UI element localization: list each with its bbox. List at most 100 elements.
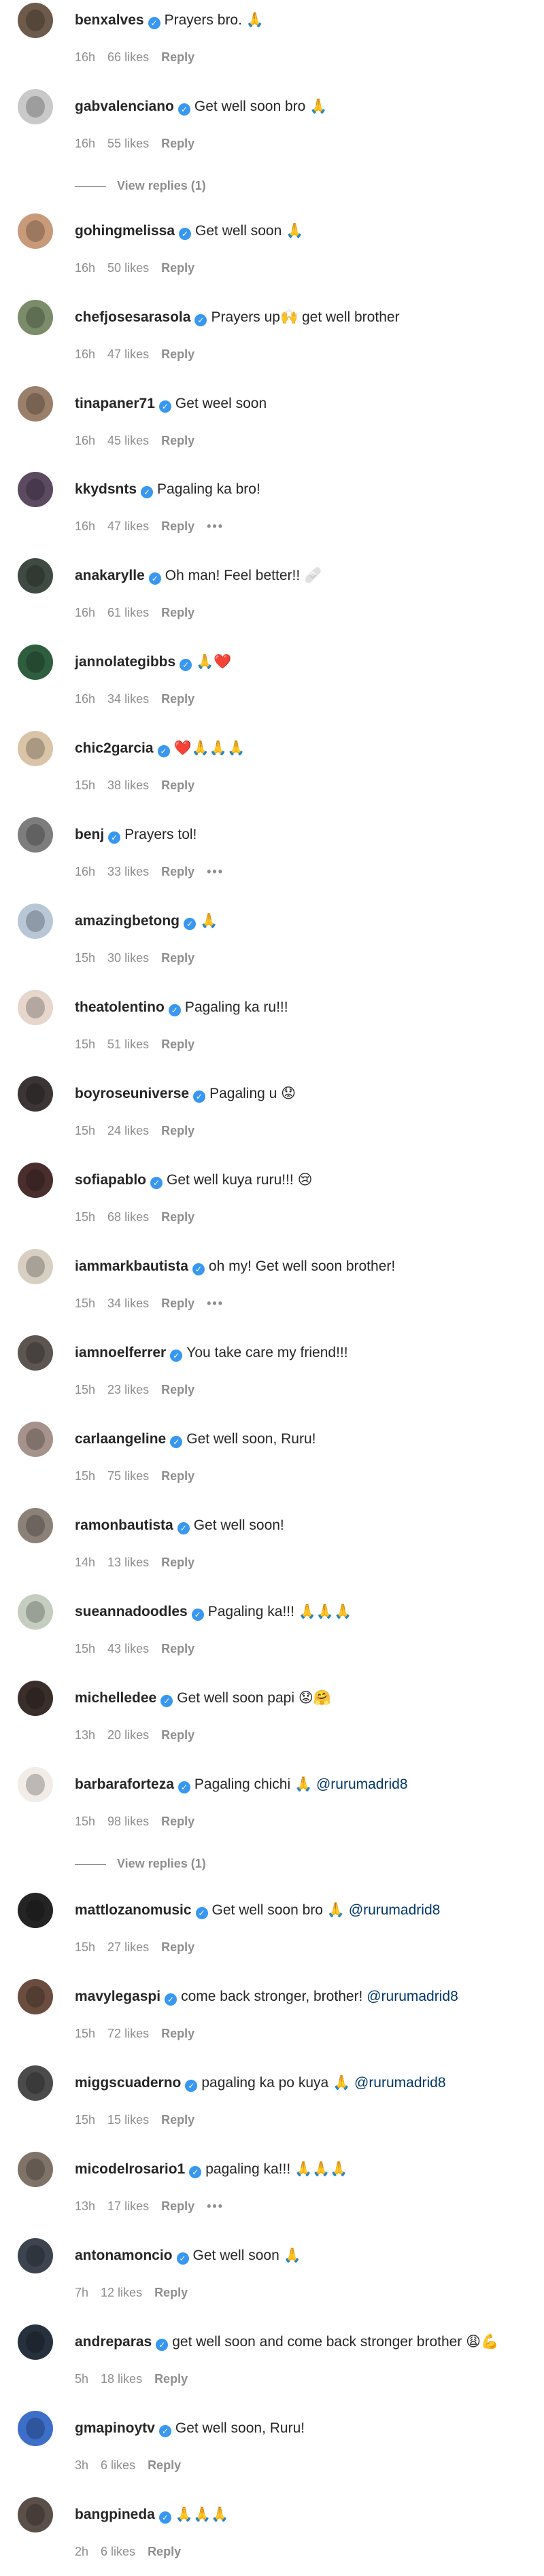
mention-link[interactable]: @rurumadrid8: [349, 1902, 441, 1918]
reply-button[interactable]: Reply: [161, 1469, 194, 1483]
comment-time[interactable]: 5h: [75, 2372, 88, 2386]
reply-button[interactable]: Reply: [161, 778, 194, 792]
likes-count[interactable]: 12 likes: [101, 2286, 142, 2299]
comment-time[interactable]: 15h: [75, 778, 95, 792]
username-link[interactable]: micodelrosario1: [75, 2161, 185, 2177]
avatar[interactable]: [18, 472, 53, 507]
likes-count[interactable]: 24 likes: [107, 1124, 149, 1137]
comment-time[interactable]: 15h: [75, 2027, 95, 2040]
avatar[interactable]: [18, 731, 53, 766]
username-link[interactable]: kkydsnts: [75, 481, 137, 497]
comment-time[interactable]: 14h: [75, 1556, 95, 1569]
likes-count[interactable]: 38 likes: [107, 778, 149, 792]
reply-button[interactable]: Reply: [161, 2027, 194, 2040]
reply-button[interactable]: Reply: [161, 1383, 194, 1396]
comment-time[interactable]: 15h: [75, 1469, 95, 1483]
avatar[interactable]: [18, 1249, 53, 1284]
reply-button[interactable]: Reply: [161, 1815, 194, 1828]
avatar[interactable]: [18, 1681, 53, 1716]
reply-button[interactable]: Reply: [161, 2199, 194, 2213]
username-link[interactable]: benj: [75, 827, 104, 842]
likes-count[interactable]: 51 likes: [107, 1037, 149, 1051]
username-link[interactable]: gohingmelissa: [75, 223, 175, 239]
comment-time[interactable]: 15h: [75, 1037, 95, 1051]
username-link[interactable]: amazingbetong: [75, 913, 180, 929]
likes-count[interactable]: 30 likes: [107, 951, 149, 965]
likes-count[interactable]: 33 likes: [107, 865, 149, 878]
comment-time[interactable]: 16h: [75, 692, 95, 706]
username-link[interactable]: miggscuaderno: [75, 2075, 181, 2091]
likes-count[interactable]: 34 likes: [107, 692, 149, 706]
avatar[interactable]: [18, 2238, 53, 2273]
username-link[interactable]: gmapinoytv: [75, 2420, 155, 2436]
username-link[interactable]: iammarkbautista: [75, 1258, 188, 1274]
likes-count[interactable]: 27 likes: [107, 1940, 149, 1954]
avatar[interactable]: [18, 2065, 53, 2101]
reply-button[interactable]: Reply: [161, 865, 194, 878]
avatar[interactable]: [18, 1335, 53, 1371]
comment-time[interactable]: 15h: [75, 1383, 95, 1396]
more-options-icon[interactable]: •••: [207, 2199, 224, 2213]
likes-count[interactable]: 15 likes: [107, 2113, 149, 2127]
view-replies-button[interactable]: View replies (1): [75, 1855, 206, 1872]
avatar[interactable]: [18, 1594, 53, 1630]
avatar[interactable]: [18, 2497, 53, 2532]
likes-count[interactable]: 47 likes: [107, 347, 149, 361]
avatar[interactable]: [18, 1076, 53, 1112]
reply-button[interactable]: Reply: [154, 2372, 188, 2386]
reply-button[interactable]: Reply: [161, 1642, 194, 1655]
comment-time[interactable]: 15h: [75, 951, 95, 965]
comment-time[interactable]: 16h: [75, 519, 95, 533]
avatar[interactable]: [18, 1163, 53, 1198]
username-link[interactable]: mavylegaspi: [75, 1989, 160, 2004]
reply-button[interactable]: Reply: [161, 50, 194, 64]
mention-link[interactable]: @rurumadrid8: [354, 2075, 446, 2091]
reply-button[interactable]: Reply: [161, 2113, 194, 2127]
reply-button[interactable]: Reply: [161, 434, 194, 447]
comment-time[interactable]: 3h: [75, 2458, 88, 2472]
reply-button[interactable]: Reply: [161, 137, 194, 150]
likes-count[interactable]: 13 likes: [107, 1556, 149, 1569]
avatar[interactable]: [18, 89, 53, 124]
likes-count[interactable]: 45 likes: [107, 434, 149, 447]
avatar[interactable]: [18, 1979, 53, 2014]
likes-count[interactable]: 23 likes: [107, 1383, 149, 1396]
comment-time[interactable]: 16h: [75, 865, 95, 878]
comment-time[interactable]: 16h: [75, 347, 95, 361]
likes-count[interactable]: 75 likes: [107, 1469, 149, 1483]
username-link[interactable]: mattlozanomusic: [75, 1902, 192, 1918]
avatar[interactable]: [18, 1508, 53, 1543]
comment-time[interactable]: 16h: [75, 137, 95, 150]
username-link[interactable]: carlaangeline: [75, 1431, 166, 1447]
comment-time[interactable]: 15h: [75, 2113, 95, 2127]
avatar[interactable]: [18, 3, 53, 38]
likes-count[interactable]: 61 likes: [107, 606, 149, 619]
reply-button[interactable]: Reply: [148, 2458, 181, 2472]
avatar[interactable]: [18, 2152, 53, 2187]
username-link[interactable]: sueannadoodles: [75, 1604, 188, 1619]
avatar[interactable]: [18, 558, 53, 594]
avatar[interactable]: [18, 2324, 53, 2360]
likes-count[interactable]: 6 likes: [101, 2458, 135, 2472]
avatar[interactable]: [18, 213, 53, 249]
reply-button[interactable]: Reply: [161, 1037, 194, 1051]
mention-link[interactable]: @rurumadrid8: [367, 1989, 458, 2004]
avatar[interactable]: [18, 1767, 53, 1802]
likes-count[interactable]: 17 likes: [107, 2199, 149, 2213]
reply-button[interactable]: Reply: [161, 1210, 194, 1224]
likes-count[interactable]: 47 likes: [107, 519, 149, 533]
reply-button[interactable]: Reply: [161, 1556, 194, 1569]
username-link[interactable]: boyroseuniverse: [75, 1086, 189, 1101]
comment-time[interactable]: 13h: [75, 2199, 95, 2213]
more-options-icon[interactable]: •••: [207, 865, 224, 878]
avatar[interactable]: [18, 300, 53, 335]
reply-button[interactable]: Reply: [161, 519, 194, 533]
likes-count[interactable]: 98 likes: [107, 1815, 149, 1828]
reply-button[interactable]: Reply: [154, 2286, 188, 2299]
avatar[interactable]: [18, 2411, 53, 2446]
likes-count[interactable]: 18 likes: [101, 2372, 142, 2386]
likes-count[interactable]: 6 likes: [101, 2545, 135, 2558]
avatar[interactable]: [18, 1422, 53, 1457]
more-options-icon[interactable]: •••: [207, 519, 224, 533]
avatar[interactable]: [18, 990, 53, 1025]
